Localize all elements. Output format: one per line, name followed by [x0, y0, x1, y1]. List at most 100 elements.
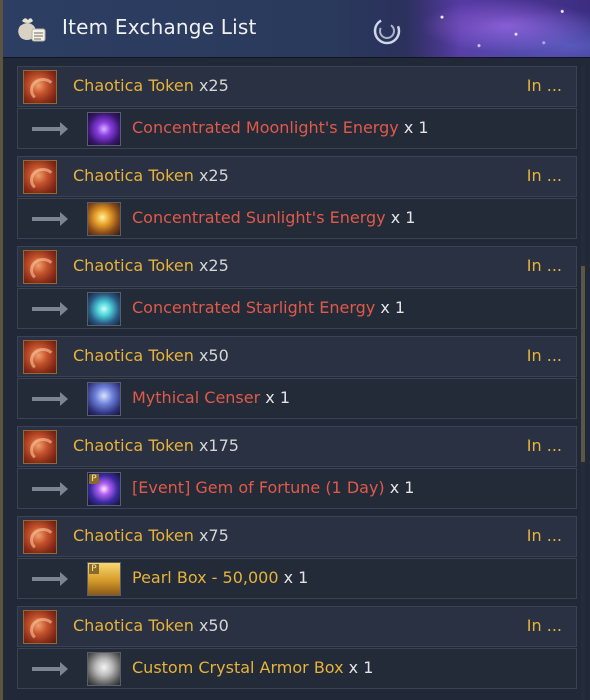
cost-item-quantity: x25 — [198, 76, 229, 95]
reward-row[interactable]: P Pearl Box - 50,000 x 1 — [17, 558, 577, 599]
reward-item-label: Concentrated Starlight Energy x 1 — [132, 298, 405, 317]
arrow-right-icon — [32, 662, 68, 676]
reward-item-quantity: x 1 — [389, 478, 415, 497]
status-label: In ... — [526, 526, 562, 545]
exchange-entry[interactable]: Chaotica Token x25 In ... Concentrated Moo… — [17, 66, 577, 152]
reward-row[interactable]: P [Event] Gem of Fortune (1 Day) x 1 — [17, 468, 577, 509]
reward-item-name: Concentrated Moonlight's Energy — [132, 118, 399, 137]
status-label: In ... — [526, 166, 562, 185]
moonlight-energy-icon[interactable] — [87, 112, 121, 146]
reward-item-label: Pearl Box - 50,000 x 1 — [132, 568, 308, 587]
cost-item-name: Chaotica Token — [73, 166, 194, 185]
exchange-entry[interactable]: Chaotica Token x25 In ... Concentrated Sta… — [17, 246, 577, 332]
cost-item-quantity: x50 — [198, 616, 229, 635]
chaotica-token-icon[interactable] — [23, 520, 57, 554]
armor-box-icon[interactable] — [87, 652, 121, 686]
window-title: Item Exchange List — [62, 15, 257, 39]
swirl-icon[interactable] — [372, 16, 402, 46]
scrollbar[interactable] — [581, 66, 585, 700]
exchange-list: Chaotica Token x25 In ... Concentrated Moo… — [17, 66, 577, 700]
cost-row[interactable]: Chaotica Token x50 In ... — [17, 336, 577, 377]
reward-item-quantity: x 1 — [265, 388, 291, 407]
reward-item-name: Pearl Box - 50,000 — [132, 568, 279, 587]
token-swoop — [30, 438, 56, 462]
cost-row[interactable]: Chaotica Token x175 In ... — [17, 426, 577, 467]
reward-item-label: Concentrated Moonlight's Energy x 1 — [132, 118, 429, 137]
pearl-box-icon[interactable]: P — [87, 562, 121, 596]
chaotica-token-icon[interactable] — [23, 70, 57, 104]
cost-item-name: Chaotica Token — [73, 76, 194, 95]
cost-row[interactable]: Chaotica Token x75 In ... — [17, 516, 577, 557]
token-swoop — [30, 618, 56, 642]
chaotica-token-icon[interactable] — [23, 160, 57, 194]
chaotica-token-icon[interactable] — [23, 250, 57, 284]
arrow-right-icon — [32, 122, 68, 136]
arrow-right-icon — [32, 482, 68, 496]
reward-item-name: Custom Crystal Armor Box — [132, 658, 344, 677]
reward-item-name: Concentrated Sunlight's Energy — [132, 208, 386, 227]
cost-row[interactable]: Chaotica Token x25 In ... — [17, 246, 577, 287]
reward-item-name: [Event] Gem of Fortune (1 Day) — [132, 478, 385, 497]
exchange-entry[interactable]: Chaotica Token x25 In ... Concentrated Sun… — [17, 156, 577, 242]
cost-row[interactable]: Chaotica Token x25 In ... — [17, 156, 577, 197]
cost-item-label: Chaotica Token x50 — [73, 346, 229, 365]
scrollbar-thumb[interactable] — [581, 266, 585, 462]
arrow-right-icon — [32, 302, 68, 316]
starlight-energy-icon[interactable] — [87, 292, 121, 326]
cost-item-name: Chaotica Token — [73, 616, 194, 635]
premium-badge: P — [89, 564, 99, 574]
censer-icon[interactable] — [87, 382, 121, 416]
status-label: In ... — [526, 436, 562, 455]
status-label: In ... — [526, 76, 562, 95]
reward-row[interactable]: Mythical Censer x 1 — [17, 378, 577, 419]
sunlight-energy-icon[interactable] — [87, 202, 121, 236]
status-label: In ... — [526, 346, 562, 365]
reward-item-label: Concentrated Sunlight's Energy x 1 — [132, 208, 415, 227]
reward-row[interactable]: Concentrated Moonlight's Energy x 1 — [17, 108, 577, 149]
cost-row[interactable]: Chaotica Token x50 In ... — [17, 606, 577, 647]
token-swoop — [30, 528, 56, 552]
reward-item-name: Mythical Censer — [132, 388, 261, 407]
title-bar[interactable]: Item Exchange List — [3, 0, 590, 58]
money-bag-scroll-icon — [18, 18, 46, 42]
cost-item-name: Chaotica Token — [73, 526, 194, 545]
cost-item-quantity: x175 — [198, 436, 239, 455]
reward-item-quantity: x 1 — [403, 118, 429, 137]
reward-item-label: [Event] Gem of Fortune (1 Day) x 1 — [132, 478, 414, 497]
arrow-right-icon — [32, 392, 68, 406]
item-exchange-window: Item Exchange List Chaotica Token x25 In … — [0, 0, 590, 700]
reward-row[interactable]: Concentrated Starlight Energy x 1 — [17, 288, 577, 329]
chaotica-token-icon[interactable] — [23, 610, 57, 644]
cost-row[interactable]: Chaotica Token x25 In ... — [17, 66, 577, 107]
reward-row[interactable]: Concentrated Sunlight's Energy x 1 — [17, 198, 577, 239]
cost-item-name: Chaotica Token — [73, 256, 194, 275]
reward-item-quantity: x 1 — [283, 568, 309, 587]
cost-item-label: Chaotica Token x25 — [73, 76, 229, 95]
reward-item-name: Concentrated Starlight Energy — [132, 298, 376, 317]
cost-item-quantity: x25 — [198, 256, 229, 275]
status-label: In ... — [526, 256, 562, 275]
reward-item-label: Custom Crystal Armor Box x 1 — [132, 658, 373, 677]
cost-item-name: Chaotica Token — [73, 346, 194, 365]
exchange-entry[interactable]: Chaotica Token x50 In ... Custom Crystal A… — [17, 606, 577, 692]
token-swoop — [30, 258, 56, 282]
arrow-right-icon — [32, 212, 68, 226]
reward-item-quantity: x 1 — [348, 658, 374, 677]
reward-item-label: Mythical Censer x 1 — [132, 388, 290, 407]
cost-item-label: Chaotica Token x75 — [73, 526, 229, 545]
token-swoop — [30, 348, 56, 372]
cost-item-label: Chaotica Token x175 — [73, 436, 239, 455]
exchange-entry[interactable]: Chaotica Token x50 In ... Mythical Censer … — [17, 336, 577, 422]
gem-of-fortune-icon[interactable]: P — [87, 472, 121, 506]
chaotica-token-icon[interactable] — [23, 340, 57, 374]
exchange-entry[interactable]: Chaotica Token x75 In ... P Pearl Box - 50,… — [17, 516, 577, 602]
token-swoop — [30, 168, 56, 192]
cost-item-quantity: x25 — [198, 166, 229, 185]
reward-row[interactable]: Custom Crystal Armor Box x 1 — [17, 648, 577, 689]
title-bar-art — [405, 0, 590, 57]
exchange-entry[interactable]: Chaotica Token x175 In ... P [Event] Gem of… — [17, 426, 577, 512]
cost-item-name: Chaotica Token — [73, 436, 194, 455]
arrow-right-icon — [32, 572, 68, 586]
chaotica-token-icon[interactable] — [23, 430, 57, 464]
token-swoop — [30, 78, 56, 102]
